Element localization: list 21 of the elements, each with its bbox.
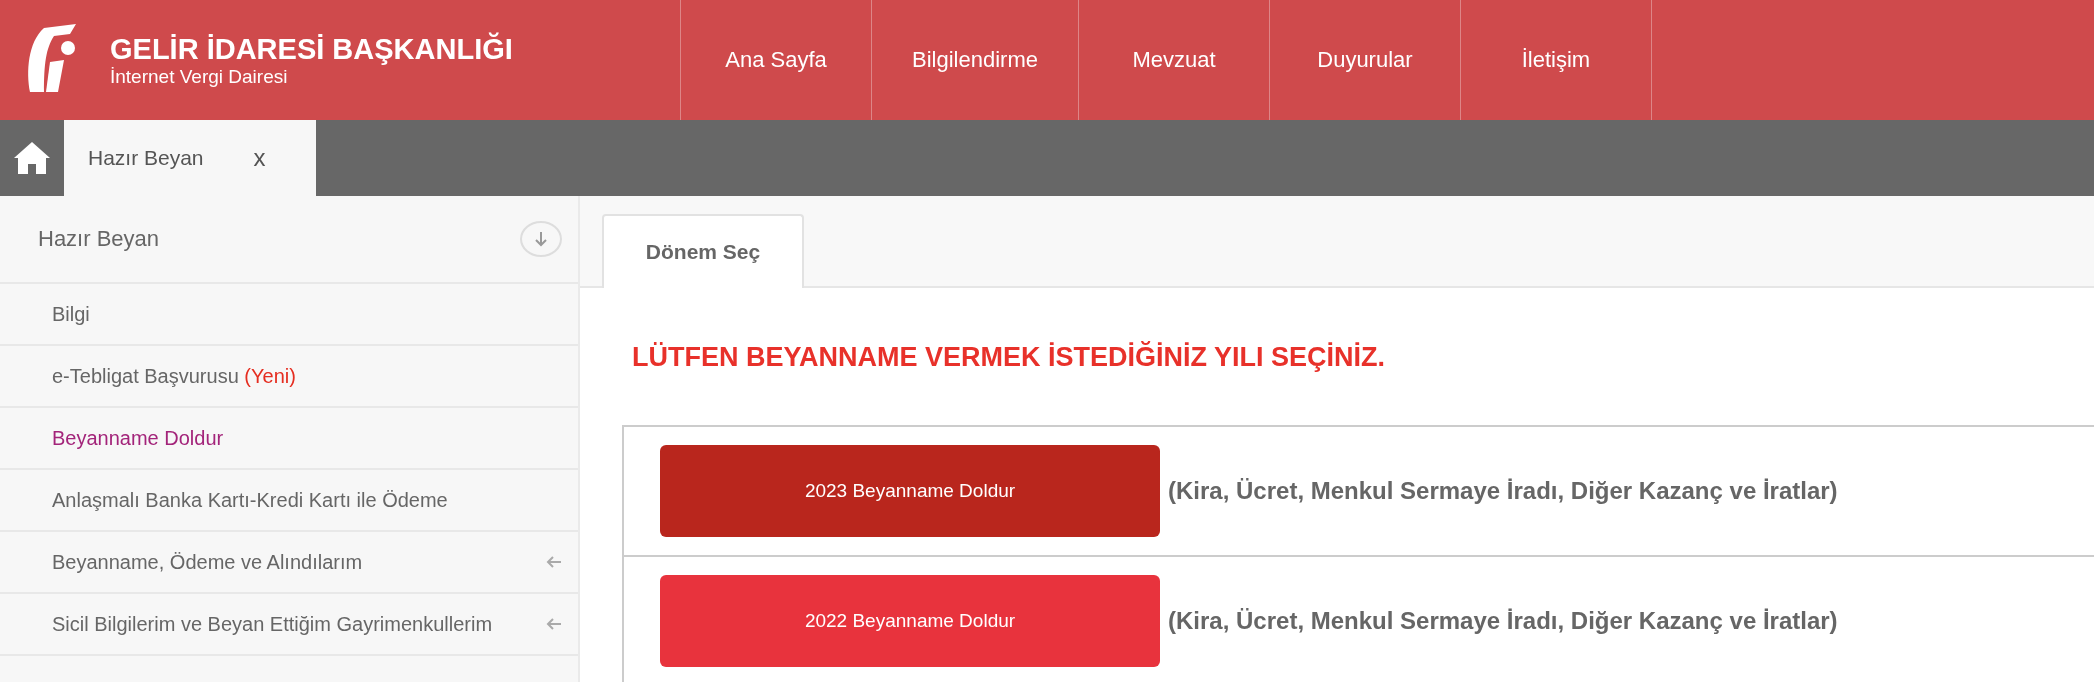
fill-declaration-button[interactable]: 2022 Beyanname Doldur: [660, 575, 1160, 667]
item-label: Beyanname, Ödeme ve Alındılarım: [52, 550, 363, 574]
close-button[interactable]: x: [247, 143, 272, 173]
income-types-text: (Kira, Ücret, Menkul Sermaye İradı, Diğer Kazanç ve İratlar): [1168, 607, 1838, 635]
income-types-text: (Kira, Ücret, Menkul Sermaye İradı, Diğer Kazanç ve İratlar): [1168, 477, 1838, 505]
sidebar-title: Hazır Beyan: [38, 226, 160, 252]
collapse-button[interactable]: [520, 221, 562, 257]
home-icon[interactable]: [12, 140, 52, 176]
open-tab[interactable]: Hazır Beyan x: [64, 120, 316, 196]
item-label: Anlaşmalı Banka Kartı-Kredi Kartı ile Ödeme: [52, 488, 448, 512]
item-label: Beyanname Doldur: [52, 426, 224, 450]
instruction-heading: LÜTFEN BEYANNAME VERMEK İSTEDİĞİNİZ YILI SEÇİNİZ.: [632, 342, 1387, 373]
item-label: Bilgi: [52, 302, 90, 326]
site-subtitle: İnternet Vergi Dairesi: [110, 65, 289, 88]
item-label: e-Tebligat Başvurusu (Yeni): [52, 364, 296, 388]
site-title: GELİR İDARESİ BAŞKANLIĞI: [110, 32, 513, 66]
period-tab[interactable]: Dönem Seç: [602, 214, 804, 288]
item-label: Sicil Bilgilerim ve Beyan Ettiğim Gayrimenkullerim: [52, 612, 493, 636]
tab-label: Hazır Beyan: [88, 146, 204, 170]
down-arrow-icon: [535, 231, 547, 247]
fill-declaration-button[interactable]: 2023 Beyanname Doldur: [660, 445, 1160, 537]
